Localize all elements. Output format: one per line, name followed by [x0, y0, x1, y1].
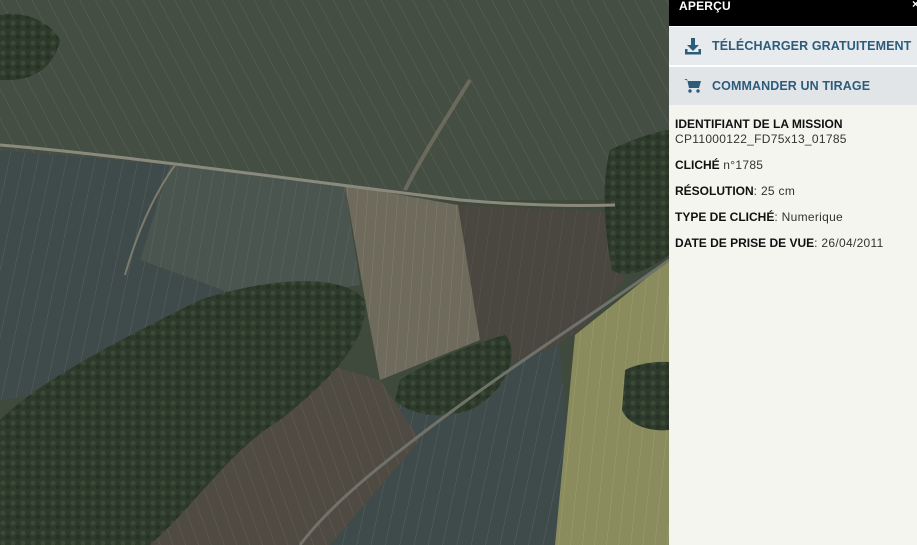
cliche-type-label: TYPE DE CLICHÉ [675, 210, 775, 224]
mission-id-value: CP11000122_FD75x13_01785 [675, 132, 847, 146]
close-icon[interactable]: × [912, 0, 917, 11]
panel-title: APERÇU [679, 0, 731, 13]
resolution: RÉSOLUTION: 25 cm [675, 184, 917, 199]
photo-info: IDENTIFIANT DE LA MISSION CP11000122_FD7… [669, 105, 917, 251]
mission-id-label: IDENTIFIANT DE LA MISSION [675, 117, 843, 131]
aerial-photo-preview [0, 0, 669, 545]
download-free-button[interactable]: TÉLÉCHARGER GRATUITEMENT [669, 26, 917, 65]
cliche-value: n°1785 [719, 158, 764, 172]
cliche-type-value: : Numerique [774, 210, 844, 224]
order-print-button[interactable]: COMMANDER UN TIRAGE [669, 65, 917, 105]
aerial-image [0, 0, 669, 545]
capture-date-label: DATE DE PRISE DE VUE [675, 236, 815, 250]
order-print-label: COMMANDER UN TIRAGE [712, 79, 871, 93]
resolution-label: RÉSOLUTION [675, 184, 754, 198]
download-icon [683, 36, 703, 56]
cliche-number: CLICHÉ n°1785 [675, 158, 917, 173]
cliche-type: TYPE DE CLICHÉ: Numerique [675, 210, 917, 225]
capture-date: DATE DE PRISE DE VUE: 26/04/2011 [675, 236, 917, 251]
cliche-label: CLICHÉ [675, 158, 720, 172]
preview-panel: APERÇU × TÉLÉCHARGER GRATUITEMENT COMMAN… [669, 0, 917, 545]
capture-date-value: : 26/04/2011 [814, 236, 884, 250]
cart-icon [683, 76, 703, 96]
panel-header: APERÇU × [669, 0, 917, 26]
resolution-value: : 25 cm [753, 184, 796, 198]
download-free-label: TÉLÉCHARGER GRATUITEMENT [712, 39, 912, 53]
mission-id: IDENTIFIANT DE LA MISSION CP11000122_FD7… [675, 117, 917, 147]
